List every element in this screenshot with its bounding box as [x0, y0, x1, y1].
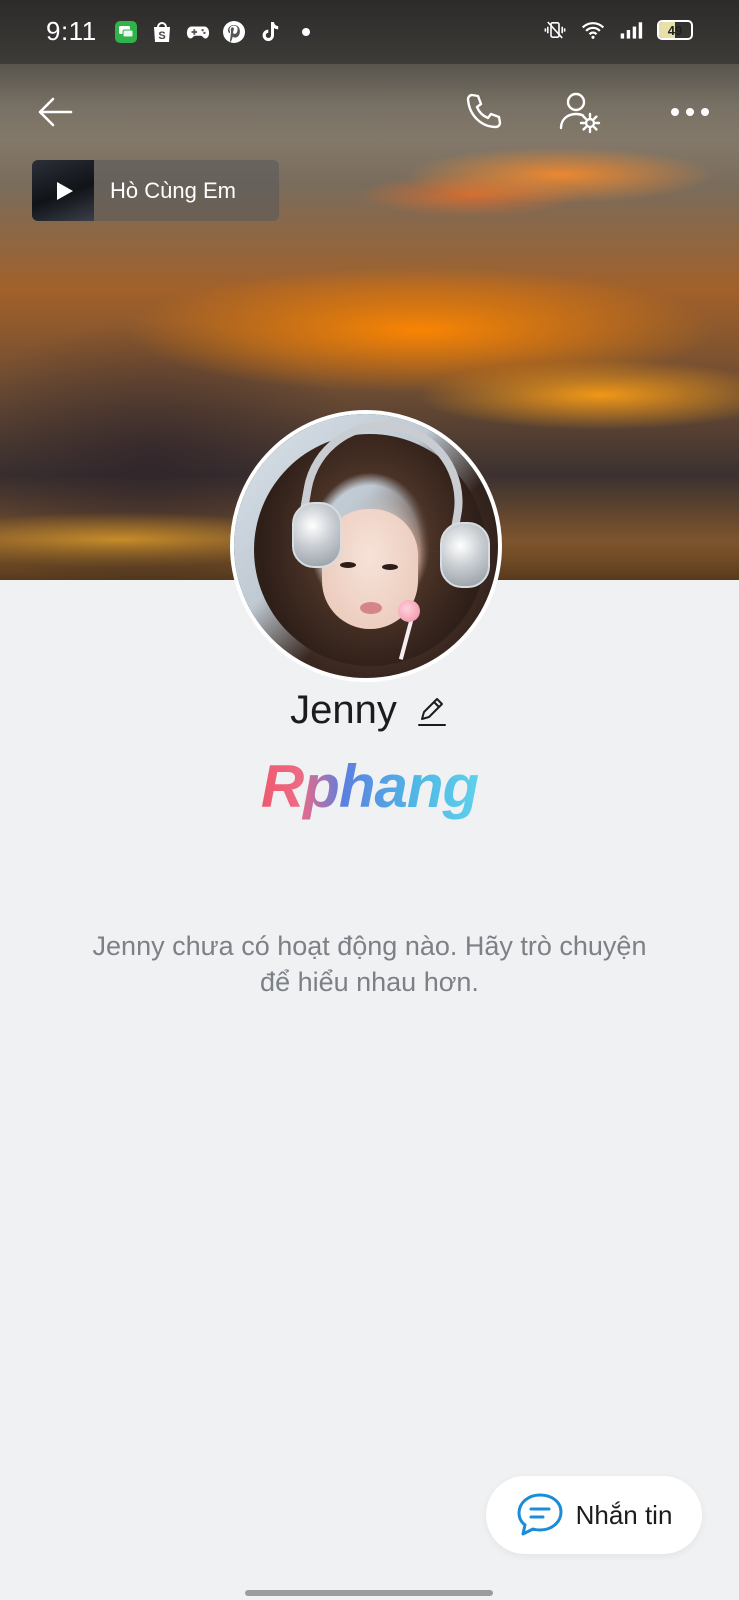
watermark-text: Rphang — [260, 753, 479, 820]
profile-name-row: Jenny — [0, 688, 739, 733]
battery-level: 49 — [667, 22, 683, 38]
user-settings-icon — [559, 92, 601, 134]
profile-music-chip[interactable]: Hò Cùng Em — [32, 160, 279, 221]
edit-name-button[interactable] — [415, 694, 449, 728]
watermark-logo: Rphang — [0, 752, 739, 821]
shopping-bag-icon: S — [150, 20, 174, 44]
message-button[interactable]: Nhắn tin — [486, 1476, 702, 1554]
battery-icon: 49 — [657, 20, 693, 40]
chat-app-icon — [114, 20, 138, 44]
system-icons: 49 — [543, 18, 693, 42]
back-arrow-icon — [38, 97, 73, 127]
music-title: Hò Cùng Em — [110, 177, 236, 203]
avatar[interactable] — [230, 410, 502, 682]
wifi-icon — [581, 18, 605, 42]
call-button[interactable] — [456, 84, 512, 140]
dot-icon — [294, 20, 318, 44]
avatar-lips — [360, 602, 382, 614]
avatar-headphone-right — [440, 522, 490, 588]
notification-icons: S — [114, 20, 318, 44]
status-time: 9:11 — [46, 16, 97, 46]
gamepad-icon — [186, 20, 210, 44]
more-dots-icon — [671, 108, 709, 116]
tiktok-icon — [258, 20, 282, 44]
message-button-label: Nhắn tin — [575, 1499, 673, 1530]
avatar-eye-right — [382, 564, 398, 570]
vibrate-mute-icon — [543, 18, 567, 42]
profile-name: Jenny — [290, 688, 397, 732]
home-indicator[interactable] — [245, 1590, 493, 1596]
profile-settings-button[interactable] — [552, 84, 608, 140]
avatar-headphone-left — [292, 502, 342, 568]
chat-bubble-icon — [517, 1493, 563, 1536]
back-button[interactable] — [27, 84, 83, 140]
profile-screen: 9:11 S 49 Hò Cùng Em Jenny Rphang Jenny … — [0, 0, 739, 1600]
status-bar: 9:11 S 49 — [0, 0, 739, 64]
music-cover-thumbnail — [32, 160, 94, 221]
phone-icon — [466, 93, 502, 129]
more-button[interactable] — [662, 84, 718, 140]
pinterest-icon — [222, 20, 246, 44]
pencil-icon — [417, 697, 446, 726]
empty-activity-message: Jenny chưa có hoạt động nào. Hãy trò chu… — [92, 931, 647, 997]
svg-text:S: S — [158, 30, 165, 42]
signal-icon — [619, 18, 643, 42]
avatar-lollipop — [398, 600, 420, 622]
play-icon — [57, 182, 73, 200]
avatar-eye-left — [340, 562, 356, 568]
